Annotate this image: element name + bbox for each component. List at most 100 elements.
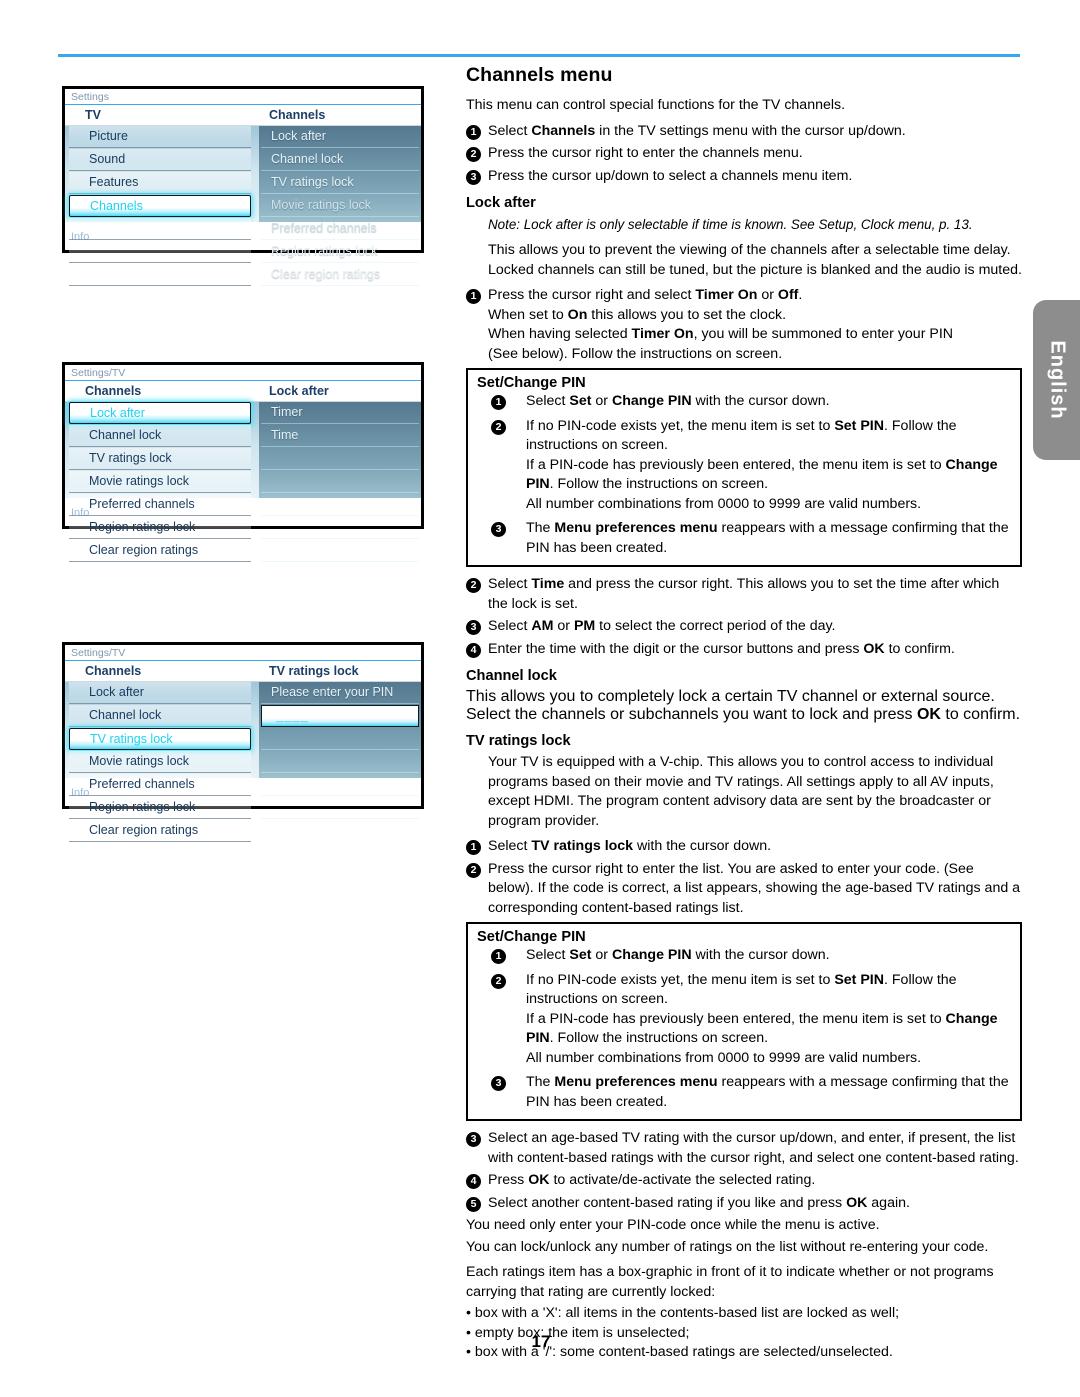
osd-menu-item[interactable]: Clear region ratings xyxy=(69,820,252,842)
lock-after-note: Note: Lock after is only selectable if t… xyxy=(488,217,973,232)
step-number: 3 xyxy=(466,1132,481,1147)
osd-submenu-item[interactable]: Movie ratings lock xyxy=(261,195,419,217)
osd-menu-item-selected[interactable]: Channels xyxy=(69,195,252,217)
step-number: 1 xyxy=(466,124,481,140)
step-number: 2 xyxy=(466,862,481,878)
osd-submenu-item[interactable]: Channel lock xyxy=(261,149,419,171)
section-heading-channel-lock: Channel lock xyxy=(466,668,557,684)
osd-breadcrumb: Settings/TV xyxy=(65,645,421,661)
step-number: 1 xyxy=(491,949,506,964)
step-text: Select Set or Change PIN with the cursor… xyxy=(526,947,830,963)
osd-submenu-item[interactable]: Time xyxy=(261,425,419,447)
step-number: 3 xyxy=(491,1076,506,1091)
osd-breadcrumb: Settings xyxy=(65,89,421,105)
osd-menu-item[interactable]: Features xyxy=(69,172,252,194)
osd-pin-prompt: Please enter your PIN xyxy=(261,682,419,704)
step-number: 1 xyxy=(491,395,506,410)
osd-right-list: Lock after Channel lock TV ratings lock … xyxy=(259,126,421,286)
osd-breadcrumb: Settings/TV xyxy=(65,365,421,381)
osd-menu-item[interactable]: Clear region ratings xyxy=(69,540,252,562)
osd-submenu-item-empty xyxy=(261,517,419,539)
step-item: 2 Press the cursor right to enter the li… xyxy=(466,860,1022,919)
step-number: 3 xyxy=(466,620,481,635)
step-number: 4 xyxy=(466,1174,481,1189)
osd-screenshot-tv-ratings-pin: Settings/TV Channels Lock after Channel … xyxy=(62,642,424,842)
step-item: 3 The Menu preferences menu reappears wi… xyxy=(477,1073,1011,1112)
osd-right-column: TV ratings lock Please enter your PIN __… xyxy=(259,661,421,819)
osd-menu-item-empty xyxy=(69,218,252,240)
step-number: 4 xyxy=(466,642,481,658)
osd-submenu-item-empty xyxy=(261,752,419,773)
osd-submenu-item[interactable]: Preferred channels xyxy=(261,218,419,240)
step-item: 3 The Menu preferences menu reappears wi… xyxy=(477,519,1011,558)
pin-input[interactable]: ____ xyxy=(261,705,419,727)
osd-right-header: Channels xyxy=(259,105,421,126)
osd-left-list: Lock after Channel lock TV ratings lock … xyxy=(65,402,259,562)
step-number: 2 xyxy=(491,973,506,989)
osd-menu-item[interactable]: TV ratings lock xyxy=(69,448,252,470)
step-item: 4 Press OK to activate/de-activate the s… xyxy=(466,1171,1022,1191)
step-item: 5 Select another content-based rating if… xyxy=(466,1194,1022,1214)
osd-submenu-item-empty xyxy=(261,494,419,516)
step-number: 3 xyxy=(466,169,481,185)
osd-submenu-item[interactable]: Clear region ratings xyxy=(261,264,419,286)
step-text: Press the cursor up/down to select a cha… xyxy=(488,167,853,184)
osd-menu-item[interactable]: Region ratings lock xyxy=(69,517,252,539)
step-text: Press the cursor right and select Timer … xyxy=(488,287,954,362)
osd-menu-item-selected[interactable]: TV ratings lock xyxy=(69,728,252,750)
step-text: Select another content-based rating if y… xyxy=(488,1194,910,1211)
page-number: 17 xyxy=(531,1332,551,1351)
osd-menu-item[interactable]: Picture xyxy=(69,126,252,148)
osd-submenu-item-empty xyxy=(261,471,419,493)
osd-left-column: Channels Lock after Channel lock TV rati… xyxy=(65,661,260,842)
osd-menu-item[interactable]: Preferred channels xyxy=(69,774,252,796)
step-item: 3 Select an age-based TV rating with the… xyxy=(466,1129,1022,1168)
pin-box-title: Set/Change PIN xyxy=(477,929,586,945)
step-item: 1 Press the cursor right and select Time… xyxy=(466,286,1022,364)
osd-columns: Channels Lock after Channel lock TV rati… xyxy=(65,381,421,562)
step-item: 4 Enter the time with the digit or the c… xyxy=(466,640,1022,660)
osd-submenu-item[interactable]: TV ratings lock xyxy=(261,172,419,194)
set-change-pin-box: Set/Change PIN 1 Select Set or Change PI… xyxy=(466,922,1022,1121)
osd-menu-item-empty xyxy=(69,264,252,286)
language-tab-label: English xyxy=(1046,340,1068,420)
step-number: 5 xyxy=(466,1196,481,1212)
closing-line-3: Each ratings item has a box-graphic in f… xyxy=(466,1264,994,1300)
osd-right-header: TV ratings lock xyxy=(259,661,421,682)
osd-submenu-item[interactable]: Timer xyxy=(261,402,419,424)
step-text: The Menu preferences menu reappears with… xyxy=(526,520,1009,556)
step-number: 2 xyxy=(491,419,506,435)
step-item: 1 Select Set or Change PIN with the curs… xyxy=(477,946,1011,966)
osd-left-header: TV xyxy=(65,105,260,126)
osd-menu-item[interactable]: Channel lock xyxy=(69,705,252,727)
tv-ratings-paragraph: Your TV is equipped with a V-chip. This … xyxy=(488,754,994,829)
osd-menu-item[interactable]: Region ratings lock xyxy=(69,797,252,819)
intro-paragraph: This menu can control special functions … xyxy=(466,97,846,113)
osd-menu-item-selected[interactable]: Lock after xyxy=(69,402,252,424)
step-text: Enter the time with the digit or the cur… xyxy=(488,640,955,657)
osd-left-list: Picture Sound Features Channels xyxy=(65,126,259,286)
osd-menu-item[interactable]: Channel lock xyxy=(69,425,252,447)
osd-menu-item[interactable]: Sound xyxy=(69,149,252,171)
lock-after-paragraph: This allows you to prevent the viewing o… xyxy=(488,242,1022,278)
page-title: Channels menu xyxy=(466,64,613,86)
step-number: 2 xyxy=(466,147,481,162)
osd-submenu-item-empty xyxy=(261,775,419,796)
osd-right-column: Lock after Timer Time xyxy=(259,381,421,562)
osd-left-list: Lock after Channel lock TV ratings lock … xyxy=(65,682,259,842)
osd-submenu-item[interactable]: Lock after xyxy=(261,126,419,148)
osd-submenu-item-empty xyxy=(261,540,419,562)
osd-menu-item[interactable]: Preferred channels xyxy=(69,494,252,516)
osd-screenshot-lock-after: Settings/TV Channels Lock after Channel … xyxy=(62,362,424,562)
step-item: 1 Select Channels in the TV settings men… xyxy=(466,122,1022,142)
osd-menu-item[interactable]: Movie ratings lock xyxy=(69,471,252,493)
osd-menu-item[interactable]: Movie ratings lock xyxy=(69,751,252,773)
osd-submenu-item[interactable]: Region ratings lock xyxy=(261,241,419,263)
osd-right-header: Lock after xyxy=(259,381,421,402)
osd-right-column: Channels Lock after Channel lock TV rati… xyxy=(259,105,421,286)
step-text: The Menu preferences menu reappears with… xyxy=(526,1074,1009,1110)
osd-screenshot-settings-tv: Settings TV Picture Sound Features Chann… xyxy=(62,86,424,286)
osd-left-header: Channels xyxy=(65,661,260,682)
osd-menu-item[interactable]: Lock after xyxy=(69,682,252,704)
osd-columns: TV Picture Sound Features Channels Chann… xyxy=(65,105,421,286)
